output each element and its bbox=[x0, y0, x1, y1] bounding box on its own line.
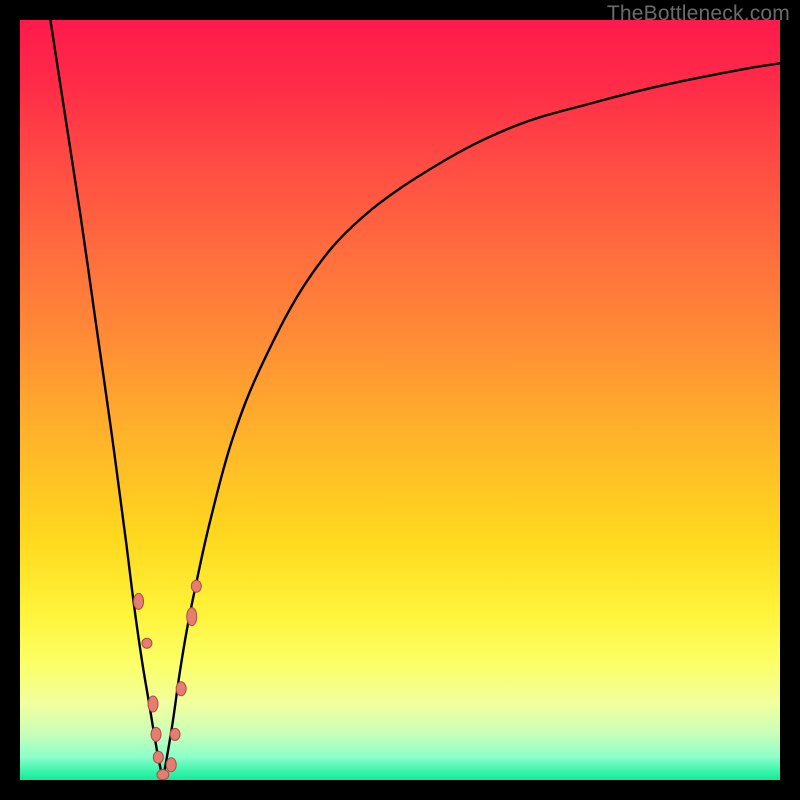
data-marker bbox=[151, 727, 161, 741]
data-marker bbox=[148, 696, 158, 712]
data-marker bbox=[153, 751, 163, 763]
curve-right-branch bbox=[163, 63, 780, 780]
curve-left-branch bbox=[50, 20, 162, 780]
data-marker bbox=[191, 580, 201, 592]
data-marker bbox=[166, 758, 176, 772]
curve-layer bbox=[50, 20, 780, 780]
chart-svg bbox=[20, 20, 780, 780]
data-marker bbox=[187, 608, 197, 626]
data-marker bbox=[142, 638, 152, 648]
data-marker bbox=[170, 728, 180, 740]
data-marker bbox=[157, 770, 169, 780]
data-marker bbox=[134, 593, 144, 609]
chart-frame: TheBottleneck.com bbox=[0, 0, 800, 800]
data-marker bbox=[176, 682, 186, 696]
plot-area bbox=[20, 20, 780, 780]
